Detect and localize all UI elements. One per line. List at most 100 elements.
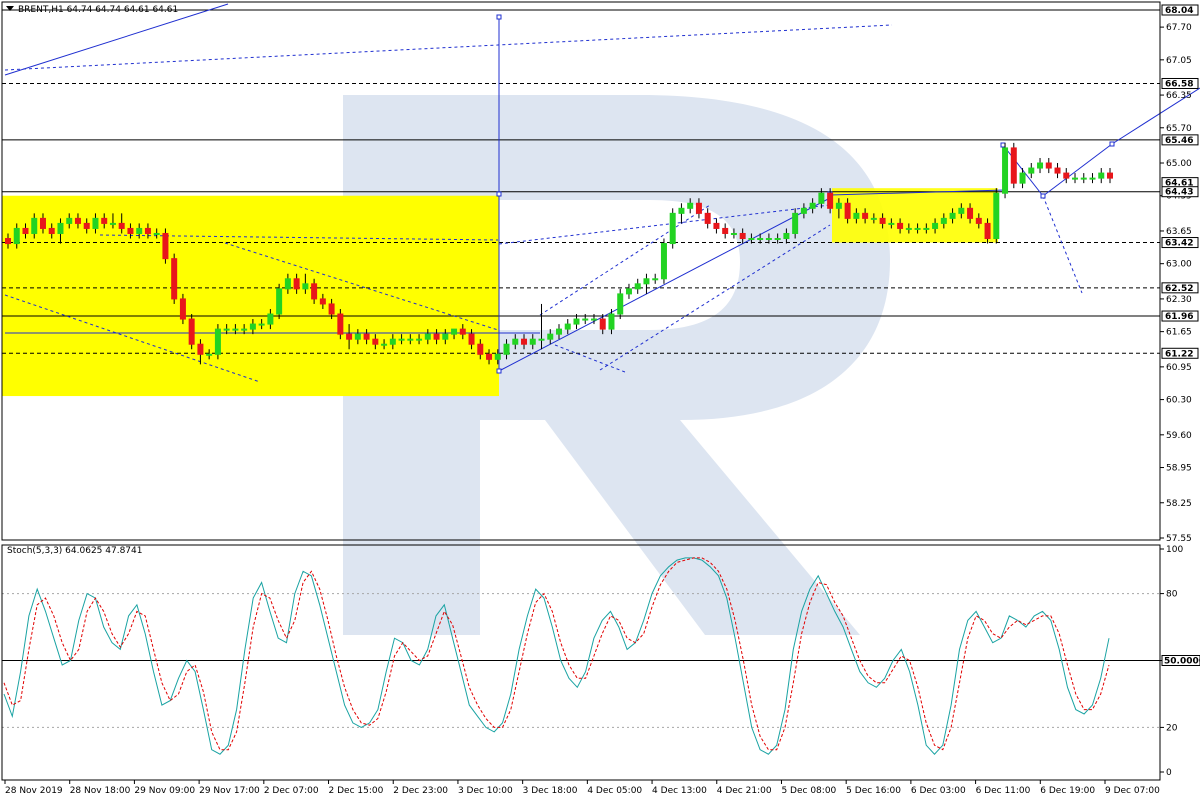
time-tick-label-17: 9 Dec 07:00 (1105, 786, 1160, 796)
anchor-point-0 (496, 14, 502, 20)
candle-59 (521, 338, 528, 345)
candle-95 (835, 202, 842, 209)
candle-73 (643, 278, 650, 285)
candle-116 (1019, 172, 1026, 184)
stoch-tick-label-0: 100 (1166, 545, 1183, 555)
candle-96 (844, 202, 851, 219)
symbol-label: BRENT,H1 (18, 5, 64, 15)
stoch-tick-label-2: 50.0000 (1164, 657, 1200, 667)
candle-86 (757, 238, 764, 241)
stoch-tick-label-3: 20 (1166, 723, 1178, 733)
candle-30 (267, 313, 274, 325)
candle-113 (993, 192, 1000, 240)
level-tag-label-8: 61.22 (1165, 349, 1193, 359)
time-tick-label-12: 5 Dec 08:00 (781, 786, 836, 796)
time-tick-label-6: 2 Dec 23:00 (393, 786, 448, 796)
candle-18 (162, 232, 169, 260)
candle-12 (109, 222, 116, 225)
level-tag-label-0: 68.04 (1165, 6, 1193, 16)
price-tick-label-14: 58.25 (1166, 499, 1192, 509)
candle-87 (765, 238, 772, 241)
candle-119 (1045, 162, 1052, 169)
price-tick-label-4: 65.00 (1166, 159, 1192, 169)
candle-21 (188, 318, 195, 345)
level-tag-label-5: 63.42 (1165, 239, 1193, 249)
candle-107 (940, 217, 947, 224)
candle-53 (468, 333, 475, 345)
time-tick-label-9: 4 Dec 05:00 (587, 786, 642, 796)
candle-81 (713, 222, 720, 229)
candle-29 (258, 323, 265, 326)
candle-75 (660, 243, 667, 280)
candle-84 (739, 232, 746, 240)
candle-78 (687, 202, 694, 209)
candle-63 (556, 328, 562, 335)
candle-98 (862, 212, 869, 219)
time-tick-label-16: 6 Dec 19:00 (1040, 786, 1095, 796)
price-tick-label-9: 61.65 (1166, 328, 1192, 338)
candle-103 (905, 227, 912, 230)
candle-55 (486, 353, 493, 360)
candle-1 (13, 227, 20, 245)
candle-15 (136, 227, 143, 234)
candle-42 (372, 338, 379, 345)
candle-9 (83, 222, 90, 229)
candle-67 (590, 318, 597, 321)
candle-89 (783, 232, 790, 240)
candle-79 (695, 202, 702, 214)
candle-76 (669, 212, 676, 245)
candle-90 (792, 212, 799, 234)
candle-115 (1010, 147, 1017, 184)
level-tag-label-4: 64.43 (1165, 188, 1193, 198)
candle-43 (381, 343, 388, 346)
candle-72 (634, 283, 641, 290)
candle-61 (538, 338, 545, 341)
candle-64 (564, 323, 571, 330)
candle-85 (748, 238, 755, 241)
candle-3 (31, 217, 38, 234)
chart-canvas: 67.7067.0566.3565.7065.0064.3563.6563.00… (1, 1, 1200, 796)
candle-65 (573, 318, 580, 325)
candle-22 (197, 343, 204, 355)
candle-28 (249, 323, 256, 330)
candle-56 (494, 353, 501, 360)
candle-27 (241, 328, 248, 331)
candle-82 (722, 227, 729, 234)
candle-122 (1072, 177, 1079, 180)
candle-126 (1107, 172, 1113, 179)
price-tick-label-7: 63.00 (1166, 260, 1192, 270)
candle-23 (206, 353, 213, 356)
level-tag-label-7: 61.96 (1165, 312, 1193, 322)
time-tick-label-8: 3 Dec 18:00 (523, 786, 578, 796)
time-tick-label-2: 29 Nov 09:00 (134, 786, 195, 796)
candle-121 (1063, 172, 1070, 179)
candle-24 (214, 328, 221, 355)
candle-5 (48, 227, 55, 234)
price-tick-label-12: 59.60 (1166, 431, 1192, 441)
candle-118 (1037, 162, 1044, 169)
candle-6 (57, 222, 64, 234)
candle-71 (625, 288, 632, 295)
candle-31 (276, 288, 283, 315)
price-tick-label-11: 60.30 (1166, 396, 1192, 406)
candle-14 (127, 227, 134, 234)
candle-117 (1028, 167, 1035, 174)
candle-38 (337, 313, 344, 335)
candle-100 (879, 217, 886, 224)
collapse-triangle-icon (6, 6, 14, 11)
price-tick-label-3: 65.70 (1166, 124, 1192, 134)
candle-35 (311, 283, 318, 300)
time-tick-label-1: 28 Nov 18:00 (70, 786, 131, 796)
candle-51 (451, 328, 458, 335)
candle-39 (346, 333, 353, 340)
range-zone-left (2, 195, 499, 397)
candle-36 (319, 298, 326, 305)
candle-7 (66, 217, 73, 224)
candle-66 (582, 318, 589, 321)
price-tick-label-13: 58.95 (1166, 464, 1192, 474)
trend-line-4 (539, 204, 711, 316)
candle-34 (302, 283, 309, 290)
time-tick-label-4: 2 Dec 07:00 (264, 786, 319, 796)
candle-11 (101, 217, 108, 224)
anchor-point-2 (496, 368, 502, 374)
